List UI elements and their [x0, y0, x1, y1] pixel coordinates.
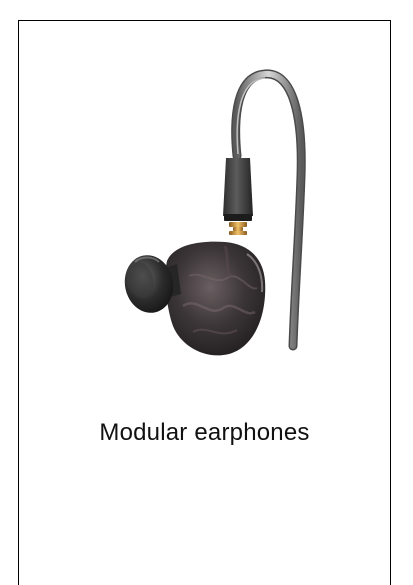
product-card[interactable]: Modular earphones [18, 20, 391, 585]
earphone-icon [124, 69, 306, 356]
product-caption: Modular earphones [99, 419, 310, 446]
